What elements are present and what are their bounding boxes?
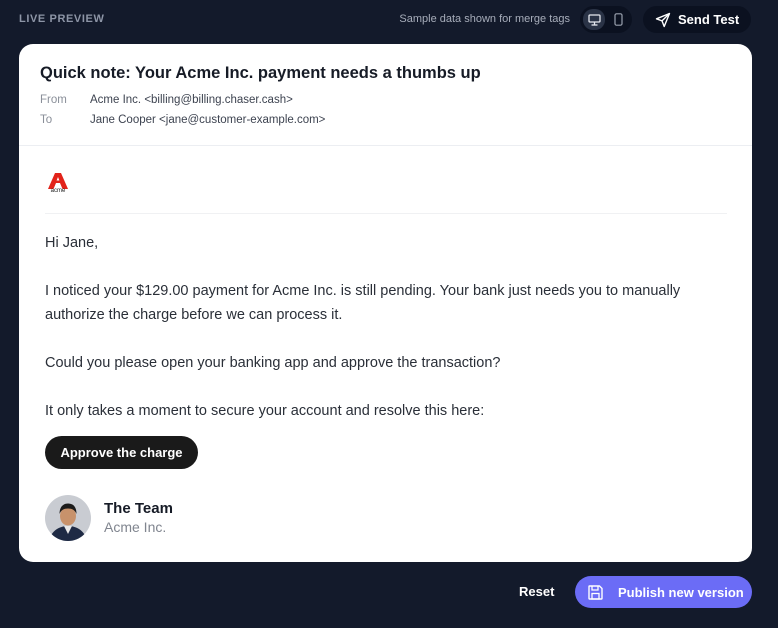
publish-new-version-button[interactable]: Publish new version [575,576,752,608]
from-value: Acme Inc. <billing@billing.chaser.cash> [90,94,293,106]
send-icon [655,12,671,27]
email-preview-card: Quick note: Your Acme Inc. payment needs… [19,44,752,562]
signature-company: Acme Inc. [104,519,167,535]
body-paragraph-2: Could you please open your banking app a… [45,355,501,371]
reset-button[interactable]: Reset [511,582,562,601]
acme-logo: acme [48,173,68,197]
to-label: To [40,114,53,126]
email-header: Quick note: Your Acme Inc. payment needs… [19,44,752,146]
approve-charge-button[interactable]: Approve the charge [45,436,198,469]
send-test-button[interactable]: Send Test [643,6,751,33]
merge-tags-note: Sample data shown for merge tags [399,13,570,25]
body-paragraph-3: It only takes a moment to secure your ac… [45,403,485,419]
mobile-view-button[interactable] [607,9,629,30]
body-paragraph-1: I noticed your $129.00 payment for Acme … [45,283,681,323]
send-test-label: Send Test [678,12,740,27]
signature-name: The Team [104,500,173,517]
greeting: Hi Jane, [45,235,99,251]
logo-divider [45,213,727,214]
publish-label: Publish new version [618,584,744,600]
signature-avatar [45,495,91,541]
desktop-icon [587,13,601,26]
device-toggle [580,6,632,33]
mobile-icon [613,13,623,26]
logo-wordmark: acme [50,188,66,194]
from-label: From [40,94,67,106]
save-icon [588,584,603,600]
preview-toolbar: LIVE PREVIEW Sample data shown for merge… [0,0,768,40]
live-preview-label: LIVE PREVIEW [19,13,105,25]
desktop-view-button[interactable] [583,9,605,30]
email-subject: Quick note: Your Acme Inc. payment needs… [40,64,481,82]
to-value: Jane Cooper <jane@customer-example.com> [90,114,326,126]
